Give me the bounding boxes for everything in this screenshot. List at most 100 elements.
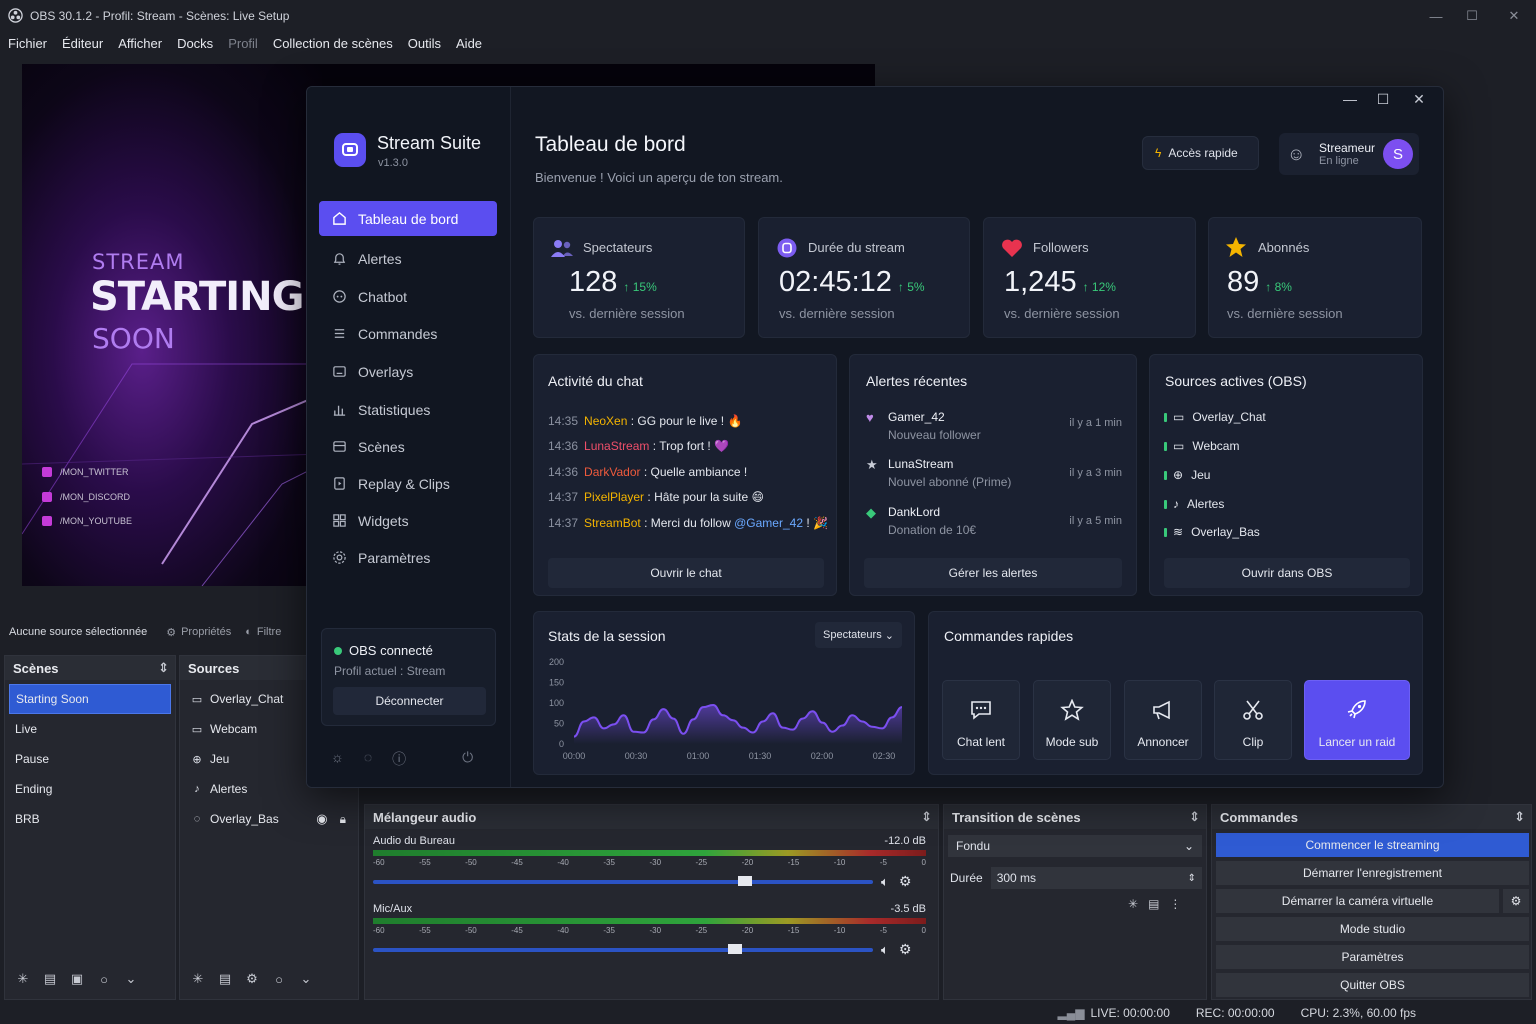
gear-icon[interactable]: ⚙ — [1503, 889, 1529, 913]
spinner-icon[interactable]: ⇕ — [1188, 873, 1196, 884]
maximize-button[interactable]: ☐ — [1452, 0, 1492, 32]
duration-label: Durée — [950, 871, 983, 885]
stream-suite-window: — ☐ ✕ Stream Suite v1.3.0 Tableau de bor… — [306, 86, 1444, 788]
add-source-icon[interactable]: ✳ — [188, 969, 208, 989]
source-settings-icon[interactable]: ⚙ — [242, 969, 262, 989]
virtual-camera-button[interactable]: Démarrer la caméra virtuelle — [1216, 889, 1499, 913]
source-up-icon[interactable]: ○ — [269, 969, 289, 989]
filters-button[interactable]: ◐ Filtre — [245, 626, 281, 638]
sun-icon[interactable]: ☼ — [331, 749, 344, 769]
maximize-button[interactable]: ☐ — [1365, 91, 1401, 108]
search-icon[interactable]: ○ — [94, 969, 114, 989]
no-source-label: Aucune source sélectionnée — [9, 626, 148, 638]
nav-dashboard[interactable]: Tableau de bord — [319, 201, 497, 236]
speaker-icon[interactable]: 🔈︎ — [881, 942, 889, 958]
open-in-obs-button[interactable]: Ouvrir dans OBS — [1164, 558, 1410, 588]
nav-settings[interactable]: Paramètres — [319, 540, 497, 575]
menu-file[interactable]: Fichier — [8, 36, 47, 51]
dock-float-icon[interactable]: ⇕ — [1189, 809, 1200, 825]
menu-view[interactable]: Afficher — [118, 36, 162, 51]
add-scene-icon[interactable]: ✳ — [13, 969, 33, 989]
close-button[interactable]: ✕ — [1494, 0, 1534, 32]
twitter-icon — [42, 467, 52, 477]
menu-edit[interactable]: Éditeur — [62, 36, 103, 51]
volume-slider[interactable] — [373, 875, 873, 886]
nav-replay-clips[interactable]: Replay & Clips — [319, 466, 497, 501]
metric-select[interactable]: Spectateurs ⌄ — [815, 622, 902, 648]
nav-statistics[interactable]: Statistiques — [319, 392, 497, 427]
webcam-icon: ▭ — [191, 723, 203, 736]
mention-link[interactable]: @Gamer_42 — [734, 516, 803, 530]
volume-slider[interactable] — [373, 943, 873, 954]
nav-alerts[interactable]: Alertes — [319, 241, 497, 276]
welcome-text: Bienvenue ! Voici un aperçu de ton strea… — [535, 170, 783, 185]
info-icon[interactable]: ⓘ — [392, 749, 406, 769]
speaker-icon[interactable]: 🔈︎ — [881, 874, 889, 890]
exit-button[interactable]: Quitter OBS — [1216, 973, 1529, 997]
user-profile[interactable]: ☺ Streameur En ligne S — [1279, 133, 1419, 175]
gear-icon[interactable]: ⚙ — [899, 873, 912, 890]
close-button[interactable]: ✕ — [1401, 91, 1437, 108]
dock-float-icon[interactable]: ⇕ — [921, 809, 932, 825]
heart-icon: ♥ — [866, 410, 874, 425]
minimize-button[interactable]: — — [1416, 0, 1456, 32]
scene-item[interactable]: Live — [5, 714, 175, 744]
nav-widgets[interactable]: Widgets — [319, 503, 497, 538]
app-version: v1.3.0 — [378, 157, 408, 169]
transition-menu-icon[interactable]: ⋮ — [1169, 897, 1181, 911]
nav-scenes[interactable]: Scènes — [319, 429, 497, 464]
layers-icon: ≋ — [1173, 525, 1184, 539]
home-icon — [331, 211, 347, 227]
menu-scene-collection[interactable]: Collection de scènes — [273, 36, 393, 51]
stat-delta: ↑ 15% — [623, 280, 657, 294]
clip-button[interactable]: Clip — [1214, 680, 1292, 760]
scene-filter-icon[interactable]: ▣ — [67, 969, 87, 989]
raid-button[interactable]: Lancer un raid — [1304, 680, 1410, 760]
menu-profile[interactable]: Profil — [228, 36, 258, 51]
dock-float-icon[interactable]: ⇕ — [158, 660, 169, 676]
power-icon[interactable]: ⏻ — [462, 749, 473, 769]
slow-chat-button[interactable]: Chat lent — [942, 680, 1020, 760]
studio-mode-button[interactable]: Mode studio — [1216, 917, 1529, 941]
nav-chatbot[interactable]: Chatbot — [319, 279, 497, 314]
scene-item[interactable]: BRB — [5, 804, 175, 834]
star-icon — [1226, 237, 1246, 257]
open-chat-button[interactable]: Ouvrir le chat — [548, 558, 824, 588]
start-streaming-button[interactable]: Commencer le streaming — [1216, 833, 1529, 857]
menu-docks[interactable]: Docks — [177, 36, 213, 51]
menu-tools[interactable]: Outils — [408, 36, 441, 51]
sub-mode-button[interactable]: Mode sub — [1033, 680, 1111, 760]
visibility-eye-icon[interactable]: ◉ — [316, 811, 327, 827]
gear-icon[interactable]: ⚙ — [899, 941, 912, 958]
stat-card-subscribers: Abonnés 89 ↑ 8% vs. dernière session — [1208, 217, 1422, 338]
announce-button[interactable]: Annoncer — [1124, 680, 1202, 760]
scene-item[interactable]: Ending — [5, 774, 175, 804]
volume-slider-handle[interactable] — [738, 875, 752, 886]
obs-connection-card: OBS connecté Profil actuel : Stream Déco… — [321, 628, 496, 726]
moon-icon[interactable]: ◌ — [364, 749, 372, 769]
dock-float-icon[interactable]: ⇕ — [1514, 809, 1525, 825]
quick-access-button[interactable]: ϟ Accès rapide — [1142, 136, 1259, 170]
collapse-icon[interactable]: ⌄ — [296, 969, 316, 989]
start-recording-button[interactable]: Démarrer l'enregistrement — [1216, 861, 1529, 885]
properties-button[interactable]: ⚙ Propriétés — [166, 626, 231, 639]
manage-alerts-button[interactable]: Gérer les alertes — [864, 558, 1122, 588]
duration-input[interactable]: 300 ms ⇕ — [990, 867, 1202, 889]
transition-select[interactable]: Fondu ⌄ — [948, 835, 1202, 857]
settings-button[interactable]: Paramètres — [1216, 945, 1529, 969]
nav-overlays[interactable]: Overlays — [319, 354, 497, 389]
disconnect-button[interactable]: Déconnecter — [333, 687, 486, 715]
source-item[interactable]: ◌ Overlay_Bas ◉ 🔒︎ — [180, 804, 358, 834]
menu-help[interactable]: Aide — [456, 36, 482, 51]
volume-slider-handle[interactable] — [728, 943, 742, 954]
minimize-button[interactable]: — — [1335, 91, 1365, 108]
remove-scene-icon[interactable]: ▤ — [40, 969, 60, 989]
remove-transition-icon[interactable]: ▤ — [1148, 897, 1159, 911]
lock-icon[interactable]: 🔒︎ — [340, 812, 346, 827]
collapse-icon[interactable]: ⌄ — [121, 969, 141, 989]
scene-item[interactable]: Starting Soon — [9, 684, 171, 714]
nav-commands[interactable]: Commandes — [319, 316, 497, 351]
scene-item[interactable]: Pause — [5, 744, 175, 774]
add-transition-icon[interactable]: ✳ — [1128, 897, 1138, 911]
remove-source-icon[interactable]: ▤ — [215, 969, 235, 989]
